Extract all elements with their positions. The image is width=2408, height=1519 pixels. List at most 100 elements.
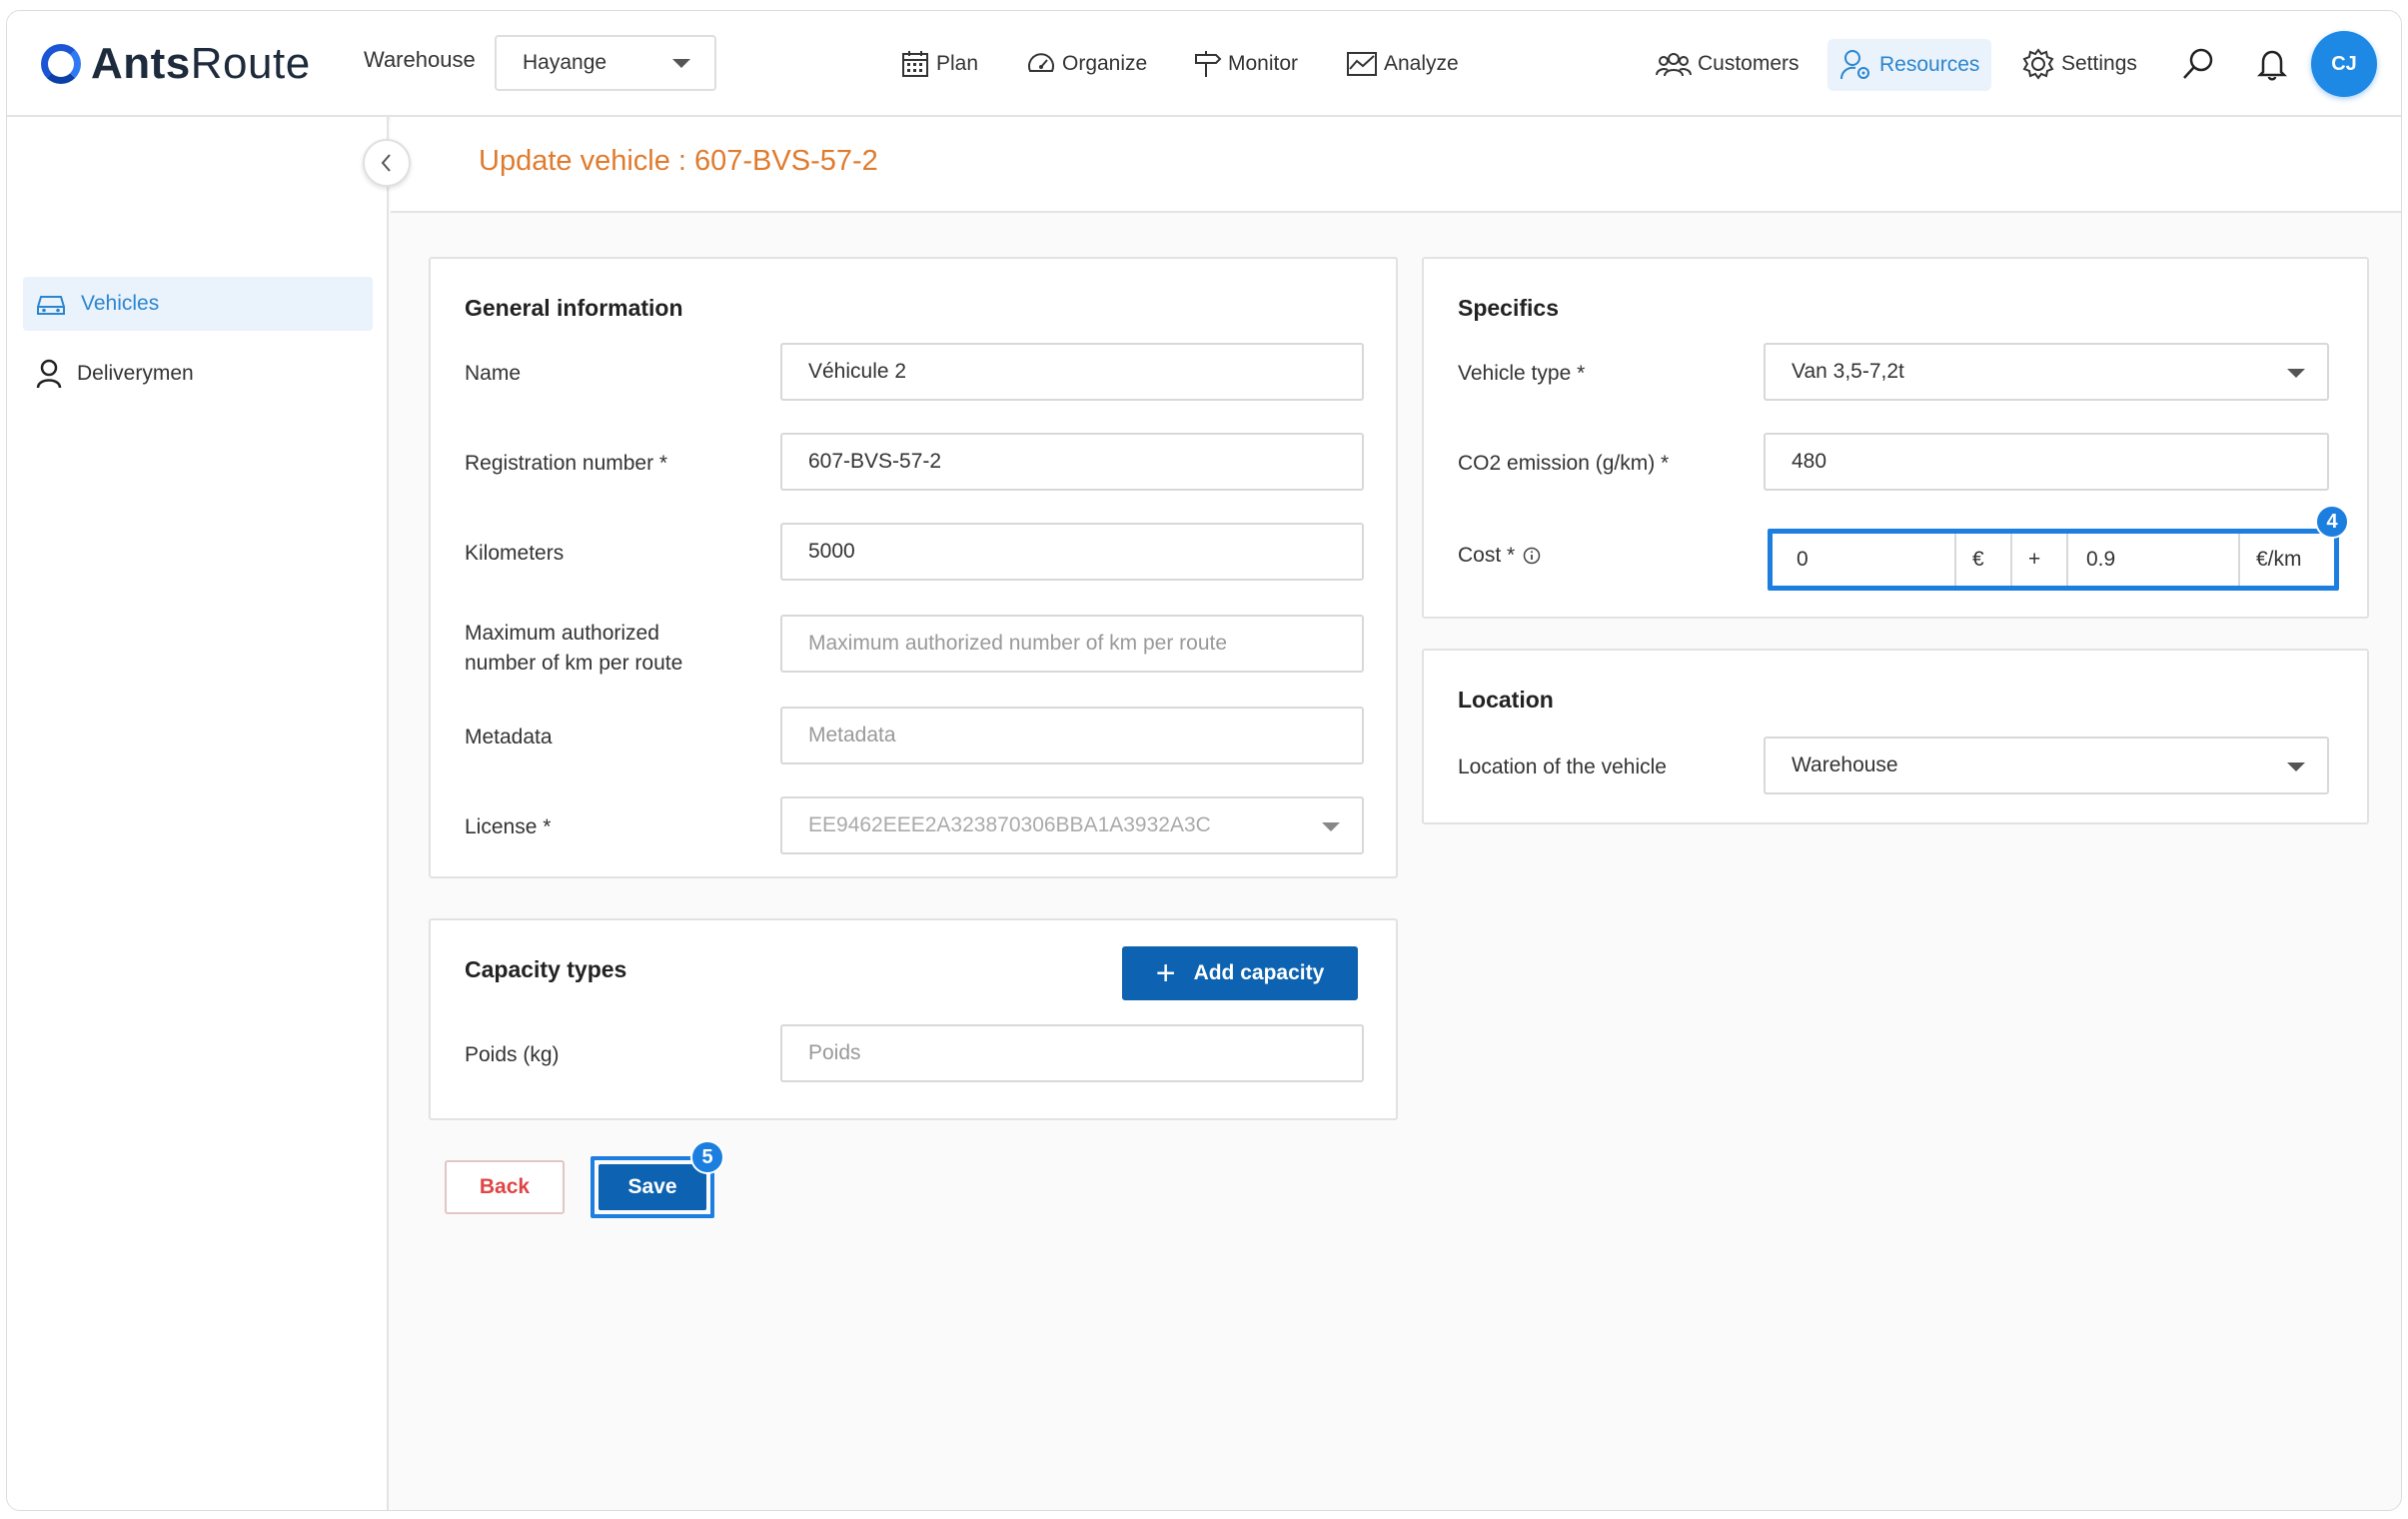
capacity-types-card: Capacity types + Add capacity Poids (kg)… (429, 918, 1398, 1120)
step-badge-cost: 4 (2315, 505, 2349, 539)
line-chart-icon (1347, 52, 1377, 76)
license-select[interactable]: EE9462EEE2A323870306BBA1A3932A3C (780, 796, 1364, 854)
poids-label: Poids (kg) (465, 1043, 560, 1066)
chevron-down-icon (1322, 822, 1340, 831)
max-km-input[interactable]: Maximum authorized number of km per rout… (780, 615, 1364, 673)
general-information-card: General information Name Véhicule 2 Regi… (429, 257, 1398, 878)
co2-emission-label: CO2 emission (g/km) * (1458, 452, 1670, 475)
nav-settings-label: Settings (2061, 52, 2137, 75)
location-title: Location (1458, 687, 1554, 713)
car-icon (37, 296, 65, 315)
divider (1954, 534, 1956, 586)
step-badge-save: 5 (690, 1140, 724, 1174)
person-icon (36, 359, 62, 389)
cost-input-group: 0 € + 0.9 €/km (1768, 529, 2339, 591)
page-title: Update vehicle : 607-BVS-57-2 (479, 145, 878, 177)
vehicle-type-label: Vehicle type * (1458, 362, 1586, 385)
name-input[interactable]: Véhicule 2 (780, 343, 1364, 401)
cost-fixed-input[interactable]: 0 (1797, 534, 1946, 586)
user-settings-icon (1840, 50, 1869, 80)
kilometers-label: Kilometers (465, 542, 565, 565)
max-km-label-line2: number of km per route (465, 652, 683, 675)
app-logo[interactable]: AntsRoute (41, 39, 311, 89)
calendar-icon (902, 51, 928, 77)
license-select-value: EE9462EEE2A323870306BBA1A3932A3C (808, 813, 1211, 836)
nav-plan-label: Plan (936, 52, 979, 75)
plus-icon: + (1155, 954, 1176, 992)
search-icon (2183, 48, 2213, 79)
cost-per-km-input[interactable]: 0.9 (2086, 534, 2226, 586)
sidebar-item-vehicles[interactable]: Vehicles (23, 277, 373, 331)
chevron-left-icon (381, 154, 391, 172)
top-navigation-bar: AntsRoute Warehouse Hayange Plan Organiz… (7, 11, 2401, 117)
chevron-down-icon (2287, 369, 2305, 378)
sidebar-item-vehicles-label: Vehicles (81, 292, 160, 315)
notifications-button[interactable] (2257, 41, 2293, 87)
back-button[interactable]: Back (445, 1160, 565, 1214)
nav-analyze[interactable]: Analyze (1346, 41, 1459, 87)
co2-emission-input[interactable]: 480 (1764, 433, 2329, 491)
nav-monitor[interactable]: Monitor (1192, 41, 1298, 87)
logo-icon (41, 44, 81, 84)
divider (2238, 534, 2240, 586)
vehicle-type-value: Van 3,5-7,2t (1792, 360, 1904, 383)
poids-input[interactable]: Poids (780, 1024, 1364, 1082)
gear-icon (2022, 48, 2054, 80)
bell-icon (2257, 50, 2287, 81)
location-select[interactable]: Warehouse (1764, 737, 2329, 794)
sidebar-item-deliverymen[interactable]: Deliverymen (23, 347, 373, 401)
cost-label-text: Cost * (1458, 544, 1516, 567)
warehouse-label: Warehouse (364, 47, 476, 72)
location-of-vehicle-label: Location of the vehicle (1458, 756, 1667, 778)
chevron-down-icon (2287, 762, 2305, 771)
warehouse-select-value: Hayange (523, 51, 607, 74)
divider (2010, 534, 2012, 586)
nav-customers[interactable]: Customers (1656, 41, 1800, 87)
location-card: Location Location of the vehicle Warehou… (1422, 649, 2369, 824)
app-frame: AntsRoute Warehouse Hayange Plan Organiz… (6, 10, 2402, 1511)
search-button[interactable] (2181, 41, 2221, 87)
registration-number-label: Registration number * (465, 452, 668, 475)
nav-plan[interactable]: Plan (900, 41, 978, 87)
save-button[interactable]: Save (599, 1164, 706, 1210)
nav-organize[interactable]: Organize (1026, 41, 1147, 87)
kilometers-input[interactable]: 5000 (780, 523, 1364, 581)
nav-analyze-label: Analyze (1384, 52, 1459, 75)
nav-customers-label: Customers (1698, 52, 1800, 75)
add-capacity-label: Add capacity (1193, 961, 1325, 984)
max-km-label-line1: Maximum authorized (465, 622, 659, 645)
cost-label: Cost * (1458, 541, 1541, 571)
sidebar-collapse-button[interactable] (363, 139, 411, 187)
cost-per-km-unit: €/km (2256, 548, 2302, 571)
specifics-title: Specifics (1458, 295, 1559, 321)
nav-monitor-label: Monitor (1228, 52, 1299, 75)
capacity-types-title: Capacity types (465, 956, 627, 982)
sidebar-item-deliverymen-label: Deliverymen (77, 362, 194, 385)
chevron-down-icon (672, 59, 690, 68)
warehouse-select[interactable]: Hayange (495, 35, 716, 91)
gauge-icon (1028, 53, 1054, 72)
general-information-title: General information (465, 295, 683, 321)
sidebar: Vehicles Deliverymen (7, 117, 389, 1510)
name-label: Name (465, 362, 522, 385)
page-header: Update vehicle : 607-BVS-57-2 (391, 117, 2401, 213)
logo-text-light: Route (190, 39, 311, 88)
add-capacity-button[interactable]: + Add capacity (1122, 946, 1358, 1000)
nav-resources-label: Resources (1879, 53, 1980, 76)
info-icon[interactable] (1523, 547, 1541, 565)
logo-text-bold: Ants (91, 39, 191, 88)
metadata-input[interactable]: Metadata (780, 707, 1364, 764)
user-avatar[interactable]: CJ (2311, 31, 2377, 97)
cost-plus-sign: + (2028, 548, 2041, 571)
divider (2066, 534, 2068, 586)
location-select-value: Warehouse (1792, 754, 1898, 776)
license-label: License * (465, 815, 552, 838)
nav-resources[interactable]: Resources (1827, 39, 1992, 91)
registration-number-input[interactable]: 607-BVS-57-2 (780, 433, 1364, 491)
vehicle-type-select[interactable]: Van 3,5-7,2t (1764, 343, 2329, 401)
nav-organize-label: Organize (1062, 52, 1148, 75)
cost-fixed-unit: € (1972, 548, 1984, 571)
nav-settings[interactable]: Settings (2021, 41, 2137, 87)
users-group-icon (1656, 53, 1692, 77)
max-km-label: Maximum authorized number of km per rout… (465, 619, 682, 679)
